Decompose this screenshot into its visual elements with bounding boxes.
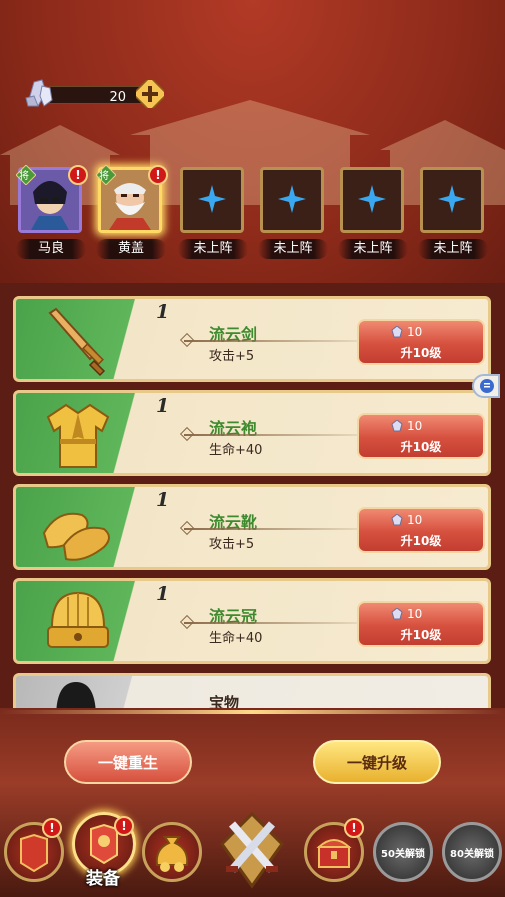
hero-name: 马良 [16, 239, 86, 259]
hero-tag-text: 将 [99, 171, 109, 182]
divider-line [184, 340, 384, 342]
crossed-swords-icon[interactable] [212, 804, 292, 894]
upgrade-cost: 10 [391, 513, 423, 527]
hero-slot-1[interactable]: 将 ! 马良 [16, 165, 88, 259]
hero-name: 未上阵 [258, 239, 328, 259]
equipment-level: 1 [156, 489, 170, 511]
add-hero-plus-icon [358, 185, 386, 213]
upgrade-cost: 10 [391, 325, 423, 339]
alert-badge: ! [114, 816, 134, 836]
resource-amount: 20 [109, 90, 126, 105]
upgrade-button-label: 升10级 [400, 628, 442, 642]
nav-gold-bag[interactable] [142, 822, 202, 882]
gold-bag-icon [155, 836, 189, 872]
crystal-icon [25, 79, 53, 107]
equipment-card-robe: 1 流云袍 生命+40 10 升10级 [13, 390, 491, 476]
equipment-card-treasure: 宝物 [13, 673, 491, 713]
hero-name: 黄盖 [96, 239, 166, 259]
alert-badge: ! [148, 165, 168, 185]
nav-locked-80[interactable]: 80关解锁 [442, 822, 502, 882]
hero-tag-text: 将 [19, 171, 29, 182]
gold-divider [0, 710, 505, 714]
alert-badge: ! [344, 818, 364, 838]
equipment-stat: 攻击+5 [209, 537, 255, 552]
equipment-card-sword: 1 流云剑 攻击+5 10 升10级 [13, 296, 491, 382]
upgrade-cost: 10 [391, 607, 423, 621]
hero-slot-2[interactable]: 将 ! 黄盖 [96, 165, 168, 259]
upgrade-button-label: 升10级 [400, 346, 442, 360]
alert-badge: ! [42, 818, 62, 838]
equipment-level: 1 [156, 301, 170, 323]
crystal-icon [391, 513, 403, 526]
alert-badge: ! [68, 165, 88, 185]
upgrade-button-label: 升10级 [400, 534, 442, 548]
resource-bar: 20 [24, 79, 169, 108]
equipment-stat: 生命+40 [209, 631, 263, 646]
robe-icon [46, 403, 110, 468]
upgrade-button-label: 升10级 [400, 440, 442, 454]
equipment-card-crown: 1 流云冠 生命+40 10 升10级 [13, 578, 491, 664]
upgrade-10-button[interactable]: 10 升10级 [357, 413, 485, 459]
hero-slot-5[interactable]: 未上阵 [338, 167, 408, 259]
upgrade-cost-value: 10 [407, 513, 423, 527]
nav-equipment-label: 装备 [86, 869, 120, 889]
crystal-icon [391, 325, 403, 338]
one-click-rebirth-button[interactable]: 一键重生 [64, 740, 192, 784]
upgrade-cost: 10 [391, 419, 423, 433]
upgrade-10-button[interactable]: 10 升10级 [357, 319, 485, 365]
lock-label: 80关解锁 [450, 849, 494, 860]
sword-icon [48, 307, 106, 377]
nav-locked-50[interactable]: 50关解锁 [373, 822, 433, 882]
upgrade-10-button[interactable]: 10 升10级 [357, 507, 485, 553]
divider-line [184, 434, 384, 436]
hero-name: 未上阵 [178, 239, 248, 259]
crown-icon [47, 591, 109, 648]
hero-name: 未上阵 [338, 239, 408, 259]
equipment-level: 1 [156, 583, 170, 605]
equipment-level: 1 [156, 395, 170, 417]
crystal-icon [391, 607, 403, 620]
add-hero-plus-icon [198, 185, 226, 213]
add-hero-plus-icon [438, 185, 466, 213]
hero-lineup: 将 ! 马良 将 ! 黄盖 未上阵 未上阵 未上阵 未上阵 [16, 165, 488, 267]
divider-line [184, 528, 384, 530]
lock-label: 50关解锁 [381, 849, 425, 860]
bottom-navigation: ! ! ! 50关解锁 80关解锁 [0, 810, 505, 897]
add-resource-button[interactable] [136, 80, 164, 108]
upgrade-cost-value: 10 [407, 419, 423, 433]
one-click-upgrade-button[interactable]: 一键升级 [313, 740, 441, 784]
add-hero-plus-icon [278, 185, 306, 213]
upgrade-10-button[interactable]: 10 升10级 [357, 601, 485, 647]
document-icon [480, 379, 494, 393]
hero-slot-3[interactable]: 未上阵 [178, 167, 248, 259]
upgrade-cost-value: 10 [407, 325, 423, 339]
divider-line [184, 622, 384, 624]
crystal-icon [391, 419, 403, 432]
boots-icon [42, 512, 110, 561]
side-menu-button[interactable] [472, 374, 500, 398]
hero-slot-6[interactable]: 未上阵 [418, 167, 488, 259]
upgrade-cost-value: 10 [407, 607, 423, 621]
hero-name: 未上阵 [418, 239, 488, 259]
hero-slot-4[interactable]: 未上阵 [258, 167, 328, 259]
equipment-stat: 生命+40 [209, 443, 263, 458]
equipment-card-boots: 1 流云靴 攻击+5 10 升10级 [13, 484, 491, 570]
equipment-stat: 攻击+5 [209, 349, 255, 364]
